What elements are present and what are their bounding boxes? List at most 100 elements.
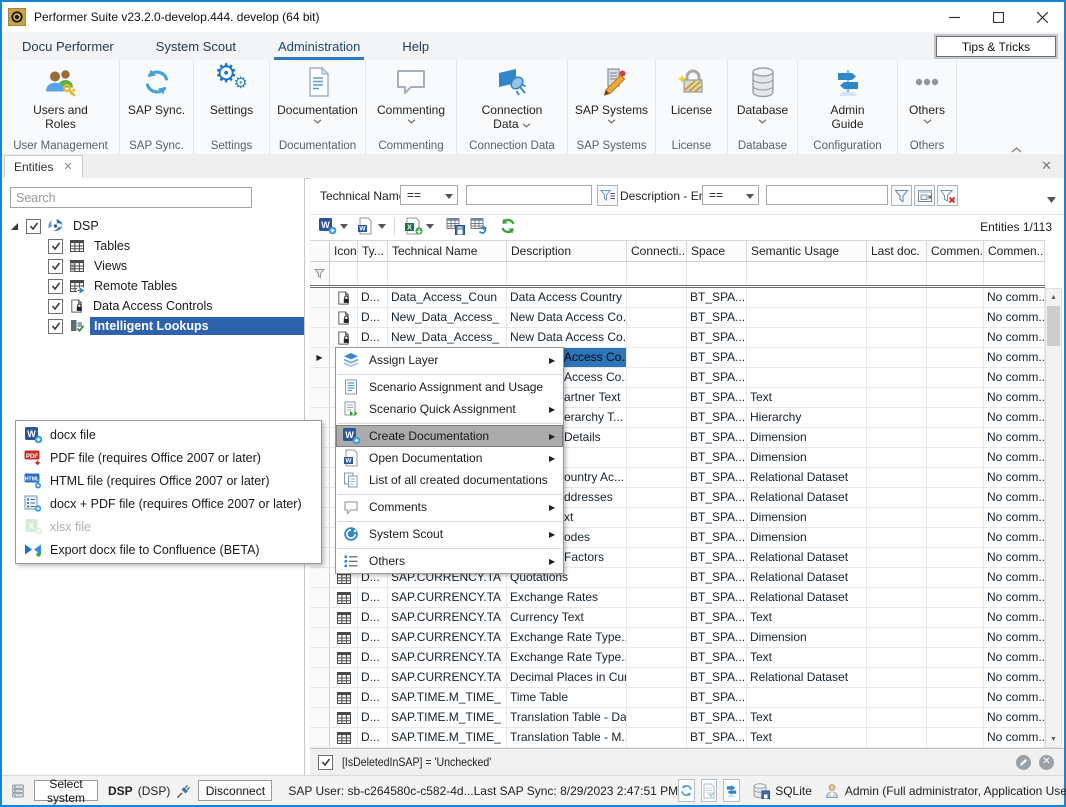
context-menu-item-scenario-assignment-and-usage[interactable]: Scenario Assignment and Usage: [336, 376, 563, 398]
filter-cell[interactable]: [687, 262, 747, 285]
guide-signpost-button[interactable]: [723, 779, 740, 802]
filter-conditions-button[interactable]: [597, 185, 618, 206]
apply-filter-button[interactable]: [891, 185, 912, 206]
close-button[interactable]: [1020, 3, 1064, 31]
tree-item-dsp[interactable]: DSP: [2, 216, 304, 236]
table-row[interactable]: D...New_Data_Access_New Data Access Co..…: [310, 308, 1045, 328]
disconnect-button[interactable]: Disconnect: [198, 780, 272, 801]
filter-cell[interactable]: [388, 262, 507, 285]
column-header-last-doc[interactable]: Last doc.: [867, 241, 927, 261]
filter-cell[interactable]: [747, 262, 867, 285]
column-header-commen[interactable]: Commen...: [927, 241, 984, 261]
submenu-item-pdf-file-requires-office-2007-or-later[interactable]: PDFPDF file (requires Office 2007 or lat…: [16, 446, 321, 469]
maximize-button[interactable]: [976, 3, 1020, 31]
table-row[interactable]: D...SAP.CURRENCY.TAExchange Rate Type...…: [310, 648, 1045, 668]
create-docx-button[interactable]: W: [318, 217, 337, 235]
tree-checkbox[interactable]: [48, 239, 63, 254]
tips-and-tricks-button[interactable]: Tips & Tricks: [936, 36, 1056, 57]
tree-checkbox[interactable]: [48, 279, 63, 294]
submenu-item-docx-file[interactable]: Wdocx file: [16, 423, 321, 446]
tree-item-intelligent-lookups[interactable]: Intelligent Lookups: [2, 316, 304, 336]
menu-tab-system-scout[interactable]: System Scout: [154, 35, 238, 60]
tab-close-icon[interactable]: ✕: [63, 160, 72, 173]
filter-cell[interactable]: [927, 262, 984, 285]
menu-tab-docu-performer[interactable]: Docu Performer: [20, 35, 116, 60]
submenu-item-docx-pdf-file-requires-office-2007-or-later[interactable]: docx + PDF file (requires Office 2007 or…: [16, 492, 321, 515]
sync-status-button[interactable]: [678, 779, 695, 802]
select-system-button[interactable]: Select system: [34, 780, 98, 801]
column-header-semantic-usage[interactable]: Semantic Usage: [747, 241, 867, 261]
filter-field1-input[interactable]: [466, 185, 592, 205]
table-row[interactable]: D...SAP.CURRENCY.TAExchange Rate Type...…: [310, 628, 1045, 648]
restore-grid-layout-button[interactable]: [470, 217, 489, 235]
system-list-icon[interactable]: [10, 783, 26, 799]
filter-field2-operator-select[interactable]: ==: [702, 185, 759, 205]
context-menu-item-comments[interactable]: Comments▶: [336, 496, 563, 518]
dropdown-arrow-icon[interactable]: [340, 224, 348, 229]
scroll-up-icon[interactable]: ▲: [1046, 289, 1061, 305]
menu-tab-administration[interactable]: Administration: [276, 35, 362, 60]
column-header-icon[interactable]: Icon: [330, 241, 358, 261]
tree-item-remote-tables[interactable]: Remote Tables: [2, 276, 304, 296]
tree-checkbox[interactable]: [48, 319, 63, 334]
context-menu-item-others[interactable]: Others▶: [336, 550, 563, 572]
filter-field1-operator-select[interactable]: ==: [400, 185, 458, 205]
filter-field2-input[interactable]: [766, 185, 888, 205]
table-row[interactable]: D...Data_Access_CounData Access CountryB…: [310, 288, 1045, 308]
log-document-button[interactable]: [701, 779, 717, 802]
filter-cell[interactable]: [330, 262, 358, 285]
export-excel-button[interactable]: X: [404, 217, 423, 235]
submenu-item-html-file-requires-office-2007-or-later[interactable]: HTMLHTML file (requires Office 2007 or l…: [16, 469, 321, 492]
open-docx-button[interactable]: W: [356, 217, 374, 235]
tab-entities[interactable]: Entities ✕: [4, 155, 83, 178]
dropdown-arrow-icon[interactable]: [426, 224, 434, 229]
refresh-button[interactable]: [498, 217, 518, 235]
context-menu-item-list-of-all-created-documentations[interactable]: List of all created documentations: [336, 469, 563, 491]
column-header-ty[interactable]: Ty...: [358, 241, 388, 261]
submenu-item-export-docx-file-to-confluence-beta[interactable]: Export docx file to Confluence (BETA): [16, 538, 321, 561]
tree-item-views[interactable]: Views: [2, 256, 304, 276]
table-row[interactable]: D...SAP.TIME.M_TIME_Time TableBT_SPA...N…: [310, 688, 1045, 708]
table-row[interactable]: D...SAP.TIME.M_TIME_Translation Table - …: [310, 708, 1045, 728]
save-grid-layout-button[interactable]: [446, 217, 465, 235]
filter-cell[interactable]: [507, 262, 627, 285]
filter-bar-expand-icon[interactable]: [1047, 190, 1056, 208]
minimize-button[interactable]: [932, 3, 976, 31]
table-row[interactable]: D...SAP.TIME.M_TIME_Translation Table - …: [310, 728, 1045, 748]
column-header-connecti[interactable]: Connecti...: [627, 241, 687, 261]
column-header-technical-name[interactable]: Technical Name: [388, 241, 507, 261]
filter-cell[interactable]: [867, 262, 927, 285]
context-menu-item-assign-layer[interactable]: Assign Layer▶: [336, 349, 563, 371]
vertical-scrollbar[interactable]: ▲ ▼: [1045, 288, 1062, 748]
table-row[interactable]: D...SAP.CURRENCY.TADecimal Places in Cur…: [310, 668, 1045, 688]
edit-filter-icon[interactable]: [1016, 755, 1031, 770]
filter-cell[interactable]: [627, 262, 687, 285]
scroll-down-icon[interactable]: ▼: [1046, 731, 1061, 747]
column-header-commen[interactable]: Commen...: [984, 241, 1045, 261]
table-row[interactable]: D...New_Data_Access_New Data Access Co..…: [310, 328, 1045, 348]
filter-cell[interactable]: [984, 262, 1045, 285]
menu-tab-help[interactable]: Help: [400, 35, 431, 60]
table-row[interactable]: D...SAP.CURRENCY.TAExchange RatesBT_SPA.…: [310, 588, 1045, 608]
context-menu-item-system-scout[interactable]: System Scout▶: [336, 523, 563, 545]
column-header-space[interactable]: Space: [687, 241, 747, 261]
close-filter-icon[interactable]: ✕: [1039, 755, 1054, 770]
table-filter-row[interactable]: [310, 262, 1045, 285]
filter-editor-button[interactable]: [914, 185, 935, 206]
tree-checkbox[interactable]: [48, 299, 63, 314]
tree-checkbox[interactable]: [48, 259, 63, 274]
tree-item-data-access-controls[interactable]: Data Access Controls: [2, 296, 304, 316]
footer-filter-checkbox[interactable]: [318, 755, 333, 770]
column-header-description[interactable]: Description: [507, 241, 627, 261]
clear-filter-button[interactable]: [937, 185, 958, 206]
context-menu-item-scenario-quick-assignment[interactable]: Scenario Quick Assignment▶: [336, 398, 563, 420]
context-menu-item-open-documentation[interactable]: WOpen Documentation▶: [336, 447, 563, 469]
tree-expander-icon[interactable]: [8, 223, 20, 230]
panel-close-icon[interactable]: ✕: [1041, 158, 1052, 174]
dropdown-arrow-icon[interactable]: [378, 224, 386, 229]
table-row[interactable]: D...SAP.CURRENCY.TACurrency TextBT_SPA..…: [310, 608, 1045, 628]
scrollbar-thumb[interactable]: [1047, 306, 1060, 346]
context-menu-item-create-documentation[interactable]: WCreate Documentation▶: [336, 425, 563, 447]
tree-item-tables[interactable]: Tables: [2, 236, 304, 256]
search-input[interactable]: [10, 187, 252, 208]
